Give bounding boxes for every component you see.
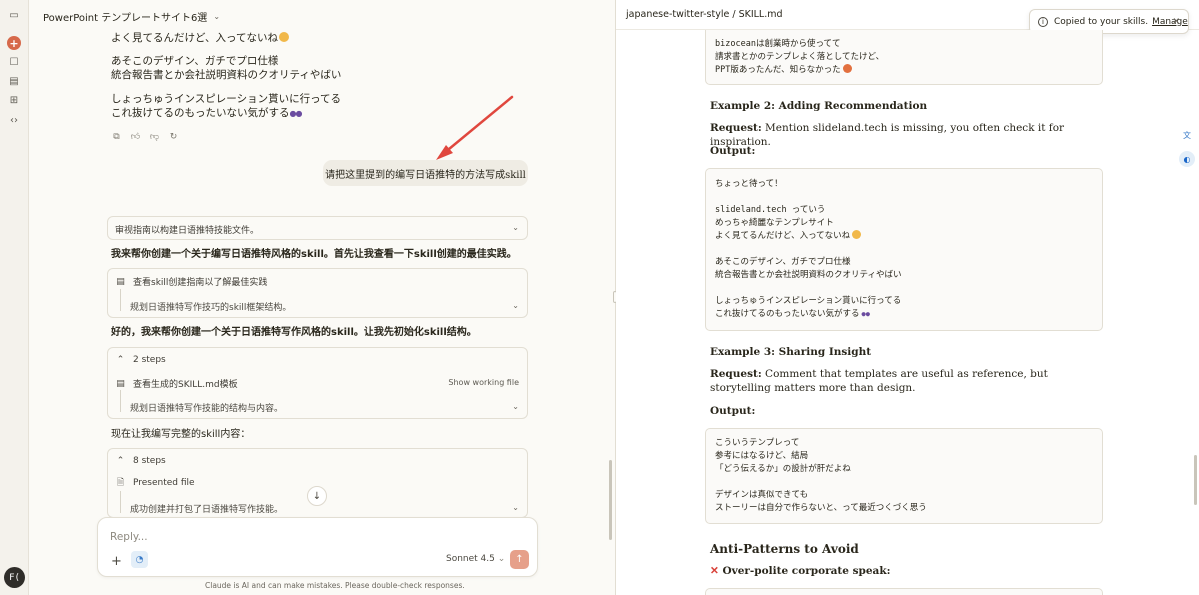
disclaimer: Claude is AI and can make mistakes. Plea… — [205, 581, 465, 590]
document-path: japanese-twitter-style / SKILL.md — [626, 9, 783, 20]
close-icon[interactable]: ✕ — [1172, 17, 1180, 27]
chat-title: PowerPoint テンプレートサイト6選 — [43, 13, 208, 24]
send-button[interactable]: ↑ — [510, 550, 529, 569]
assistant-paragraph: 好的，我来帮你创建一个关于日语推特写作风格的skill。让我先初始化skill结… — [111, 327, 477, 338]
thinking-label: 审视指南以构建日语推特技能文件。 — [115, 226, 260, 236]
steps-count: 8 steps — [133, 455, 166, 466]
tool-step-label: Presented file — [133, 477, 195, 488]
document-pane: japanese-twitter-style / SKILL.md i Copi… — [616, 0, 1199, 595]
code-block: こういうテンプレって 参考にはなるけど、結局 「どう伝えるか」の設計が肝だよね … — [705, 428, 1103, 524]
emoji-icon — [842, 64, 852, 73]
retry-icon[interactable]: ↻ — [168, 131, 179, 142]
tool-step-summary: 规划日语推特写作技巧的skill框架结构。 — [130, 303, 292, 313]
steps-count: 2 steps — [133, 354, 166, 365]
tool-call-group[interactable]: ▤ 查看skill创建指南以了解最佳实践 规划日语推特写作技巧的skill框架结… — [107, 268, 528, 318]
show-working-file-button[interactable]: Show working file — [448, 378, 519, 387]
emoji-icon — [852, 230, 862, 239]
assistant-line: これ抜けてるのもったいない気がする●● — [111, 107, 303, 119]
add-attachment-icon[interactable]: + — [111, 554, 122, 569]
anti-patterns-heading: Anti-Patterns to Avoid — [710, 542, 859, 556]
cross-mark-icon: ✕ — [710, 565, 719, 577]
message-actions: ⧉ 👍︎ 👎︎ ↻ — [111, 131, 179, 142]
eyes-emoji-icon: ●● — [861, 310, 870, 318]
tool-step-summary: 规划日语推特写作技能的结构与内容。 — [130, 404, 284, 414]
model-selector[interactable]: Sonnet 4.5 ⌄ — [446, 554, 505, 564]
manage-link[interactable]: Manage — [1152, 17, 1188, 27]
document-scrollbar[interactable] — [1194, 455, 1197, 505]
translate-icon[interactable]: 文 — [1179, 127, 1195, 143]
thinking-summary[interactable]: 审视指南以构建日语推特技能文件。 ⌄ — [107, 216, 528, 240]
chat-pane: PowerPoint テンプレートサイト6選 ⌄ よく見てるんだけど、入ってない… — [29, 0, 615, 595]
tool-step-label: 查看skill创建指南以了解最佳实践 — [133, 278, 268, 288]
assistant-line: あそこのデザイン、ガチでプロ仕様 — [111, 55, 279, 67]
emoji-icon — [278, 32, 289, 42]
chat-scrollbar[interactable] — [609, 460, 612, 540]
artifacts-icon[interactable]: ⊞ — [7, 93, 21, 107]
icon-rail: ▭ + ☐ ▤ ⊞ ‹› F( — [0, 0, 29, 595]
chevron-up-icon[interactable]: ⌃ — [115, 455, 126, 466]
book-icon: ▤ — [116, 378, 125, 389]
scroll-down-button[interactable]: ↓ — [307, 486, 327, 506]
user-message: 请把这里提到的编写日语推特的方法写成skill — [323, 160, 528, 186]
output-label: Output: — [710, 145, 756, 157]
example-3-heading: Example 3: Sharing Insight — [710, 346, 872, 358]
new-chat-icon[interactable]: + — [7, 36, 21, 50]
example-3-request: Request: Comment that templates are usef… — [710, 368, 1048, 394]
assistant-line: よく見てるんだけど、入ってないね — [111, 31, 289, 45]
tool-step-summary: 成功创建并打包了日语推特写作技能。 — [130, 505, 284, 515]
extension-icon[interactable]: ◐ — [1179, 151, 1195, 167]
anti-pattern-item: ✕ Over-polite corporate speak: — [710, 565, 891, 577]
tool-step-label: 查看生成的SKILL.md模板 — [133, 380, 238, 390]
example-2-request: Request: Mention slideland.tech is missi… — [710, 122, 1065, 148]
copy-icon[interactable]: ⧉ — [111, 131, 122, 142]
document-body: bizoceanは創業時から使ってて 請求書とかのテンプレよく落としてたけど、 … — [616, 30, 1199, 595]
thumbs-up-icon[interactable]: 👍︎ — [130, 131, 141, 142]
assistant-paragraph: 现在让我编写完整的skill内容： — [111, 429, 251, 440]
chats-icon[interactable]: ☐ — [7, 55, 21, 69]
chevron-down-icon: ⌄ — [512, 223, 519, 232]
file-icon: 🗎 — [116, 477, 125, 488]
assistant-line: しょっちゅうインスピレーション貰いに行ってる — [111, 93, 342, 105]
code-icon[interactable]: ‹› — [7, 113, 21, 127]
chat-title-dropdown[interactable]: PowerPoint テンプレートサイト6選 ⌄ — [43, 9, 220, 24]
toast-message: Copied to your skills. — [1054, 16, 1149, 27]
thumbs-down-icon[interactable]: 👎︎ — [149, 131, 160, 142]
example-2-heading: Example 2: Adding Recommendation — [710, 100, 928, 112]
chevron-down-icon[interactable]: ⌄ — [512, 503, 519, 512]
code-block: bizoceanは創業時から使ってて 請求書とかのテンプレよく落としてたけど、 … — [705, 30, 1103, 85]
code-block — [705, 588, 1103, 595]
avatar[interactable]: F( — [4, 567, 25, 588]
book-icon: ▤ — [116, 276, 125, 287]
sidebar-toggle-icon[interactable]: ▭ — [7, 8, 21, 22]
reply-input[interactable]: Reply... — [110, 531, 148, 543]
chevron-down-icon[interactable]: ⌄ — [512, 301, 519, 310]
tool-call-group[interactable]: ⌃ 2 steps ▤ 查看生成的SKILL.md模板 Show working… — [107, 347, 528, 419]
chevron-up-icon[interactable]: ⌃ — [115, 354, 126, 365]
chevron-down-icon[interactable]: ⌄ — [512, 402, 519, 411]
assistant-paragraph: 我来帮你创建一个关于编写日语推特风格的skill。首先让我查看一下skill创建… — [111, 249, 517, 260]
eyes-emoji-icon: ●● — [289, 109, 303, 118]
research-toggle-icon[interactable]: ◔ — [131, 551, 148, 568]
code-block: ちょっと待って！ slideland.tech っていう めっちゃ綺麗なテンプレ… — [705, 168, 1103, 331]
output-label: Output: — [710, 405, 756, 417]
projects-icon[interactable]: ▤ — [7, 74, 21, 88]
info-icon: i — [1038, 16, 1048, 27]
chevron-down-icon: ⌄ — [213, 12, 221, 21]
tool-call-group[interactable]: ⌃ 8 steps 🗎 Presented file 成功创建并打包了日语推特写… — [107, 448, 528, 518]
assistant-line: 統合報告書とか会社説明資料のクオリティやばい — [111, 69, 342, 81]
reply-composer[interactable]: Reply... + ◔ Sonnet 4.5 ⌄ ↑ — [97, 517, 538, 577]
